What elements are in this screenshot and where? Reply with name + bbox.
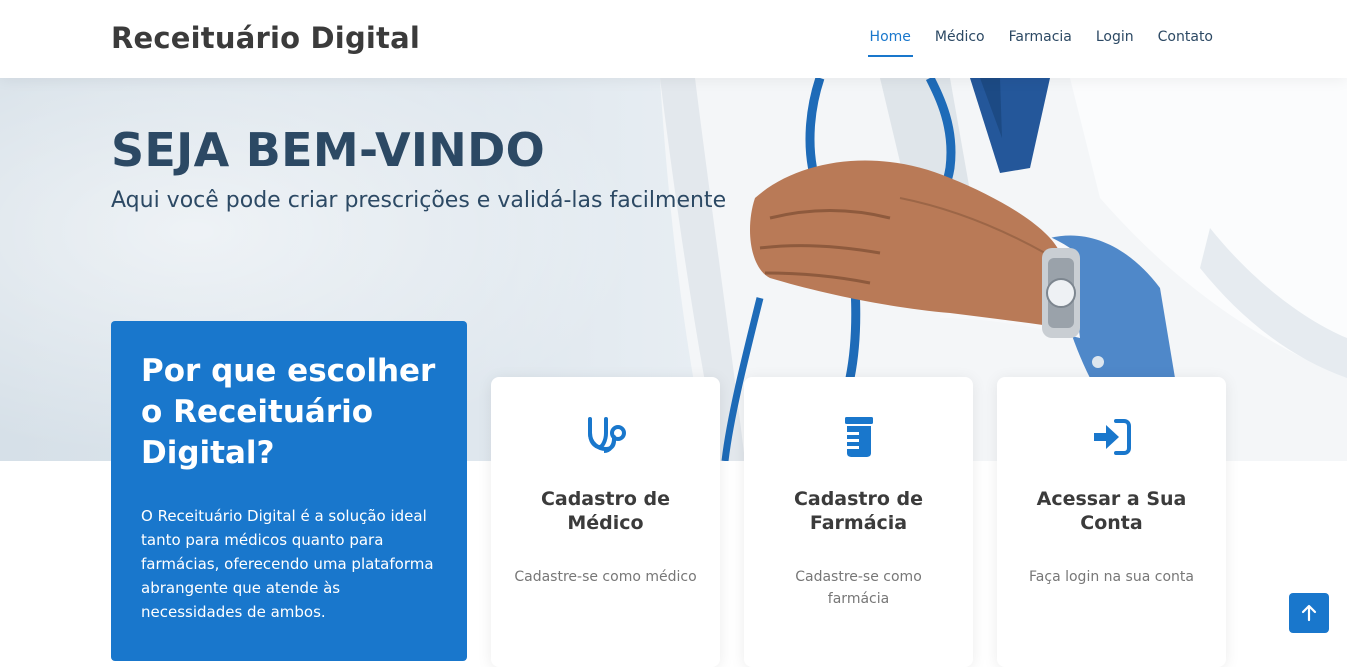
site-logo[interactable]: Receituário Digital <box>111 21 420 55</box>
card-title: Cadastro de Farmácia <box>793 488 924 534</box>
stethoscope-icon <box>491 415 720 459</box>
card-cadastro-farmacia[interactable]: Cadastro de Farmácia Cadastre-se como fa… <box>744 377 973 667</box>
nav-contato[interactable]: Contato <box>1146 29 1225 55</box>
card-title: Acessar a Sua Conta <box>1036 488 1187 534</box>
card-cadastro-medico[interactable]: Cadastro de Médico Cadastre-se como médi… <box>491 377 720 667</box>
nav-farmacia[interactable]: Farmacia <box>997 29 1084 55</box>
hero-subtitle: Aqui você pode criar prescrições e valid… <box>111 188 727 213</box>
card-description: Faça login na sua conta <box>1029 569 1194 585</box>
main-nav: Home Médico Farmacia Login Contato <box>858 29 1225 57</box>
prescription-bottle-icon <box>744 415 973 459</box>
arrow-up-icon <box>1301 604 1317 622</box>
card-acessar-conta[interactable]: Acessar a Sua Conta Faça login na sua co… <box>997 377 1226 667</box>
nav-home[interactable]: Home <box>858 29 923 57</box>
why-box: Por que escolher o Receituário Digital? … <box>111 321 467 661</box>
card-description: Cadastre-se como médico <box>514 569 697 585</box>
nav-login[interactable]: Login <box>1084 29 1146 55</box>
card-title: Cadastro de Médico <box>540 488 671 534</box>
login-icon <box>997 415 1226 459</box>
nav-medico[interactable]: Médico <box>923 29 997 55</box>
back-to-top-button[interactable] <box>1289 593 1329 633</box>
site-header: Receituário Digital Home Médico Farmacia… <box>0 0 1347 78</box>
card-description: Cadastre-se como farmácia <box>795 569 922 607</box>
hero-title: SEJA BEM-VINDO <box>111 123 545 177</box>
why-text: O Receituário Digital é a solução ideal … <box>141 507 434 621</box>
why-title: Por que escolher o Receituário Digital? <box>141 353 436 471</box>
